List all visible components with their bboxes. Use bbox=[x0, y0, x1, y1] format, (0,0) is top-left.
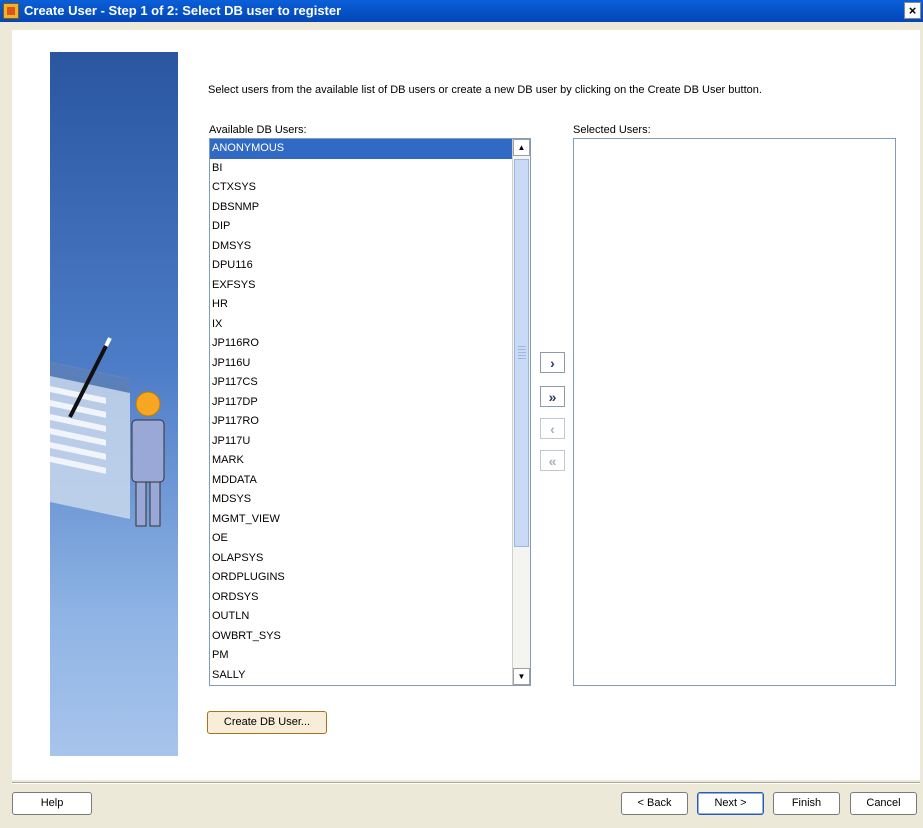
list-item[interactable]: PM bbox=[210, 646, 530, 666]
list-item[interactable]: SALLY bbox=[210, 666, 530, 686]
list-item[interactable]: OWBRT_SYS bbox=[210, 627, 530, 647]
list-item[interactable]: DBSNMP bbox=[210, 198, 530, 218]
list-item[interactable]: HR bbox=[210, 295, 530, 315]
list-item[interactable]: JP117RO bbox=[210, 412, 530, 432]
title-bar: Create User - Step 1 of 2: Select DB use… bbox=[0, 0, 923, 22]
list-item[interactable]: DPU116 bbox=[210, 256, 530, 276]
scroll-up-icon[interactable]: ▲ bbox=[513, 139, 530, 156]
list-item[interactable]: MARK bbox=[210, 451, 530, 471]
finish-button[interactable]: Finish bbox=[773, 792, 840, 815]
list-item[interactable]: JP117CS bbox=[210, 373, 530, 393]
scroll-grip bbox=[518, 346, 526, 360]
list-item[interactable]: MGMT_VIEW bbox=[210, 510, 530, 530]
next-button[interactable]: Next > bbox=[697, 792, 764, 815]
available-users-items: ANONYMOUS BI CTXSYS DBSNMP DIP DMSYS DPU116 EXF… bbox=[210, 139, 530, 686]
move-selected-button[interactable]: › bbox=[540, 352, 565, 373]
back-button[interactable]: < Back bbox=[621, 792, 688, 815]
instructions-text: Select users from the available list of … bbox=[208, 84, 762, 96]
list-item[interactable]: SCOTT bbox=[210, 685, 530, 686]
list-item[interactable]: EXFSYS bbox=[210, 276, 530, 296]
list-item[interactable]: JP117DP bbox=[210, 393, 530, 413]
wizard-side-panel bbox=[50, 52, 178, 756]
wizard-illustration bbox=[50, 337, 165, 527]
list-item[interactable]: MDDATA bbox=[210, 471, 530, 491]
available-users-list[interactable]: ANONYMOUS BI CTXSYS DBSNMP DIP DMSYS DPU116 EXF… bbox=[209, 138, 531, 686]
available-users-label: Available DB Users: bbox=[209, 124, 307, 136]
selected-users-list[interactable] bbox=[573, 138, 896, 686]
scroll-down-icon[interactable]: ▼ bbox=[513, 668, 530, 685]
list-item[interactable]: ORDPLUGINS bbox=[210, 568, 530, 588]
list-item[interactable]: DMSYS bbox=[210, 237, 530, 257]
scroll-thumb[interactable] bbox=[514, 159, 529, 547]
list-item[interactable]: OE bbox=[210, 529, 530, 549]
move-all-button[interactable]: » bbox=[540, 386, 565, 407]
app-icon bbox=[3, 3, 19, 19]
remove-selected-button[interactable]: ‹ bbox=[540, 418, 565, 439]
list-item[interactable]: JP116U bbox=[210, 354, 530, 374]
list-item[interactable]: BI bbox=[210, 159, 530, 179]
help-button[interactable]: Help bbox=[12, 792, 92, 815]
list-item[interactable]: MDSYS bbox=[210, 490, 530, 510]
list-item[interactable]: JP116RO bbox=[210, 334, 530, 354]
list-item[interactable]: JP117U bbox=[210, 432, 530, 452]
remove-all-button[interactable]: « bbox=[540, 450, 565, 471]
footer-separator bbox=[12, 782, 920, 784]
list-item[interactable]: IX bbox=[210, 315, 530, 335]
list-item[interactable]: ANONYMOUS bbox=[210, 139, 530, 159]
selected-users-label: Selected Users: bbox=[573, 124, 651, 136]
list-item[interactable]: OLAPSYS bbox=[210, 549, 530, 569]
window-title: Create User - Step 1 of 2: Select DB use… bbox=[24, 3, 342, 18]
list-item[interactable]: OUTLN bbox=[210, 607, 530, 627]
close-button[interactable]: × bbox=[904, 2, 921, 19]
vertical-scrollbar[interactable]: ▲ ▼ bbox=[512, 139, 530, 685]
list-item[interactable]: ORDSYS bbox=[210, 588, 530, 608]
list-item[interactable]: CTXSYS bbox=[210, 178, 530, 198]
create-db-user-button[interactable]: Create DB User... bbox=[207, 711, 327, 734]
list-item[interactable]: DIP bbox=[210, 217, 530, 237]
cancel-button[interactable]: Cancel bbox=[850, 792, 917, 815]
